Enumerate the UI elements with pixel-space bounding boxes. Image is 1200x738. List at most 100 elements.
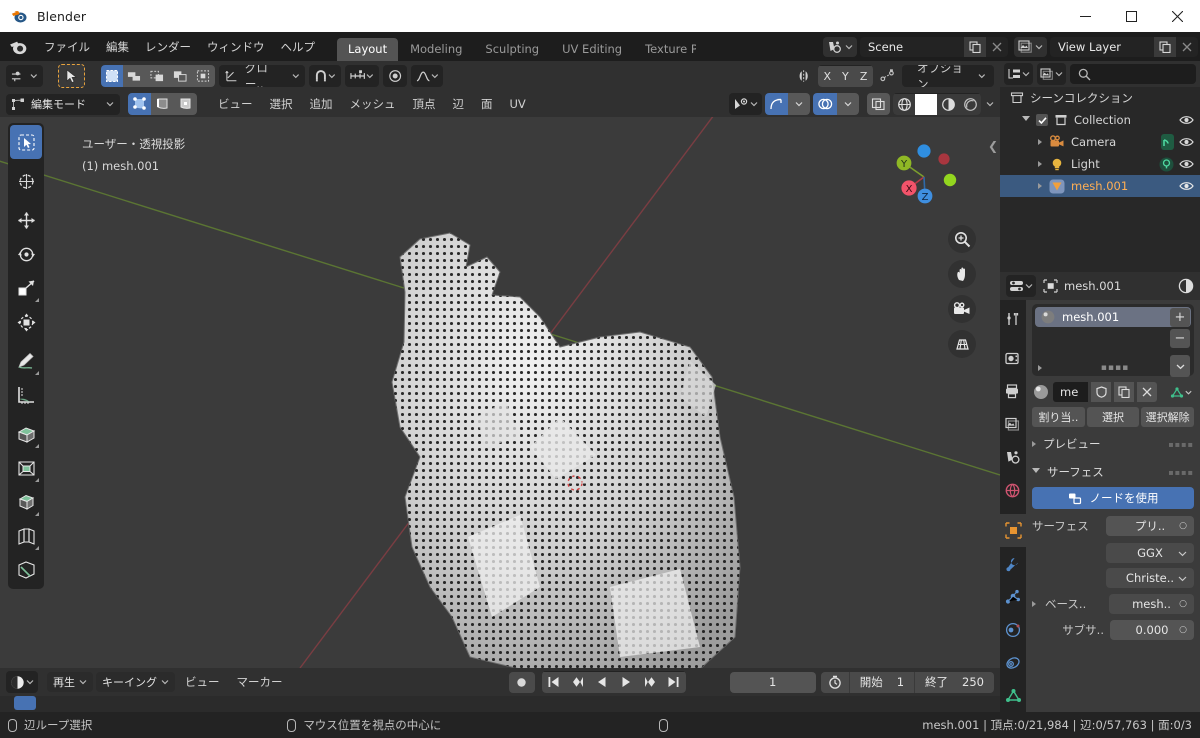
- triangle-right-icon[interactable]: [1032, 601, 1036, 607]
- select-subtract-button[interactable]: [145, 65, 169, 87]
- minimize-button[interactable]: [1062, 0, 1108, 32]
- mirror-axis-z[interactable]: Z: [854, 65, 873, 87]
- mirror-axis-y[interactable]: Y: [836, 65, 855, 87]
- material-slot-row[interactable]: mesh.001: [1035, 307, 1191, 327]
- solid-shading-button[interactable]: [915, 93, 937, 115]
- next-keyframe-button[interactable]: [637, 671, 662, 693]
- viewport-menu-uv[interactable]: UV: [503, 95, 533, 113]
- mirror-icon[interactable]: [796, 68, 814, 84]
- remove-material-slot-button[interactable]: −: [1170, 329, 1190, 348]
- tab-sculpting[interactable]: Sculpting: [474, 38, 550, 61]
- editor-type-button[interactable]: [6, 65, 43, 87]
- outliner-filter-button[interactable]: [1037, 63, 1066, 85]
- outliner-row-collection[interactable]: Collection: [1000, 109, 1200, 131]
- menu-edit[interactable]: 編集: [98, 36, 137, 58]
- add-material-slot-button[interactable]: +: [1170, 308, 1190, 327]
- tool-scale[interactable]: [10, 271, 42, 305]
- surface-shader-dropdown[interactable]: プリ.. ○: [1106, 516, 1194, 536]
- prev-keyframe-button[interactable]: [565, 671, 590, 693]
- play-button[interactable]: [613, 671, 638, 693]
- tab-texture-paint[interactable]: Texture Paint: [634, 38, 696, 61]
- scene-id-field[interactable]: Scene: [860, 36, 1008, 57]
- eye-icon[interactable]: [1179, 136, 1194, 148]
- tool-rotate[interactable]: [10, 237, 42, 271]
- material-slot-menu-button[interactable]: [1170, 355, 1190, 377]
- mirror-axis-x[interactable]: X: [818, 65, 837, 87]
- tab-uv-editing[interactable]: UV Editing: [551, 38, 633, 61]
- edge-select-button[interactable]: [151, 93, 174, 115]
- toggle-perspective-button[interactable]: [948, 330, 976, 358]
- zoom-button[interactable]: [948, 225, 976, 253]
- viewlayer-unlink-button[interactable]: [1176, 37, 1198, 57]
- disclosure-triangle-icon[interactable]: [1022, 116, 1030, 124]
- face-select-button[interactable]: [174, 93, 197, 115]
- tool-bevel[interactable]: [10, 485, 42, 519]
- timeline-strip[interactable]: [0, 696, 1000, 712]
- viewlayer-new-button[interactable]: [1154, 36, 1176, 57]
- timeline-playhead[interactable]: [14, 696, 36, 710]
- material-data-dropdown[interactable]: [1168, 382, 1194, 402]
- tool-loop-cut[interactable]: [10, 519, 42, 553]
- blender-menu-icon[interactable]: [8, 37, 28, 57]
- fresnel-dropdown[interactable]: Christe..: [1106, 568, 1194, 588]
- distribution-dropdown[interactable]: GGX: [1106, 543, 1194, 563]
- assign-button[interactable]: 割り当..: [1032, 407, 1085, 427]
- tab-output[interactable]: [1000, 375, 1026, 408]
- 3d-viewport[interactable]: ユーザー・透視投影 (1) mesh.001 Y X Z ❮: [0, 117, 1000, 668]
- outliner-row-light[interactable]: Light: [1000, 153, 1200, 175]
- frame-start-field[interactable]: 開始 1: [848, 671, 914, 693]
- menu-file[interactable]: ファイル: [36, 36, 98, 58]
- viewlayer-id-field[interactable]: View Layer: [1050, 36, 1198, 57]
- tab-layout[interactable]: Layout: [337, 38, 399, 61]
- menu-render[interactable]: レンダー: [137, 36, 199, 58]
- auto-keying-button[interactable]: [508, 671, 535, 693]
- tab-world[interactable]: [1000, 474, 1026, 507]
- deselect-button[interactable]: 選択解除: [1141, 407, 1195, 427]
- sidebar-collapse-arrow[interactable]: ❮: [988, 139, 998, 153]
- outliner-row-scene-collection[interactable]: シーンコレクション: [1000, 87, 1200, 109]
- xray-toggle-button[interactable]: [867, 93, 890, 115]
- tool-knife[interactable]: [10, 553, 42, 587]
- overlays-settings-dropdown[interactable]: [837, 93, 859, 115]
- menu-help[interactable]: ヘルプ: [273, 36, 324, 58]
- active-tool-button[interactable]: [58, 64, 86, 88]
- eye-icon[interactable]: [1179, 114, 1194, 126]
- select-difference-button[interactable]: [168, 65, 192, 87]
- timeline-menu-playback[interactable]: 再生: [47, 672, 93, 692]
- menu-window[interactable]: ウィンドウ: [199, 36, 273, 58]
- wireframe-shading-button[interactable]: [893, 93, 915, 115]
- transform-orientation-dropdown[interactable]: グロー..: [218, 65, 306, 87]
- tool-measure[interactable]: [10, 378, 42, 412]
- tool-extrude-region[interactable]: [10, 417, 42, 451]
- surface-panel-header[interactable]: サーフェス ▪▪▪▪: [1032, 461, 1194, 483]
- camera-data-icon[interactable]: [1161, 134, 1174, 150]
- close-button[interactable]: [1154, 0, 1200, 32]
- material-slot-list[interactable]: mesh.001 ▪▪▪▪ + −: [1032, 304, 1194, 377]
- jump-to-end-button[interactable]: [661, 671, 686, 693]
- select-intersect-button[interactable]: [191, 65, 215, 87]
- play-reverse-button[interactable]: [589, 671, 614, 693]
- tab-object[interactable]: [1000, 514, 1026, 547]
- select-set-button[interactable]: [101, 65, 124, 87]
- pan-button[interactable]: [948, 260, 976, 288]
- unlink-material-button[interactable]: [1137, 382, 1157, 402]
- jump-to-start-button[interactable]: [541, 671, 566, 693]
- tab-tool[interactable]: [1000, 302, 1026, 335]
- select-extend-button[interactable]: [123, 65, 146, 87]
- select-button[interactable]: 選択: [1086, 407, 1140, 427]
- outliner-row-camera[interactable]: Camera: [1000, 131, 1200, 153]
- maximize-button[interactable]: [1108, 0, 1154, 32]
- tab-data[interactable]: [1000, 679, 1026, 712]
- gizmo-toggle-button[interactable]: [765, 93, 788, 115]
- tool-inset-faces[interactable]: [10, 451, 42, 485]
- frame-end-field[interactable]: 終了 250: [914, 671, 994, 693]
- current-frame-field[interactable]: 1: [729, 671, 816, 693]
- tool-move[interactable]: [10, 203, 42, 237]
- timeline-menu-keying[interactable]: キーイング: [96, 672, 175, 692]
- viewport-menu-vertex[interactable]: 頂点: [406, 94, 443, 114]
- tab-particles[interactable]: [1000, 580, 1026, 613]
- eye-icon[interactable]: [1179, 180, 1194, 192]
- material-name-field[interactable]: me: [1053, 382, 1088, 402]
- viewport-menu-mesh[interactable]: メッシュ: [343, 94, 403, 114]
- subsurface-field[interactable]: 0.000 ○: [1110, 620, 1194, 640]
